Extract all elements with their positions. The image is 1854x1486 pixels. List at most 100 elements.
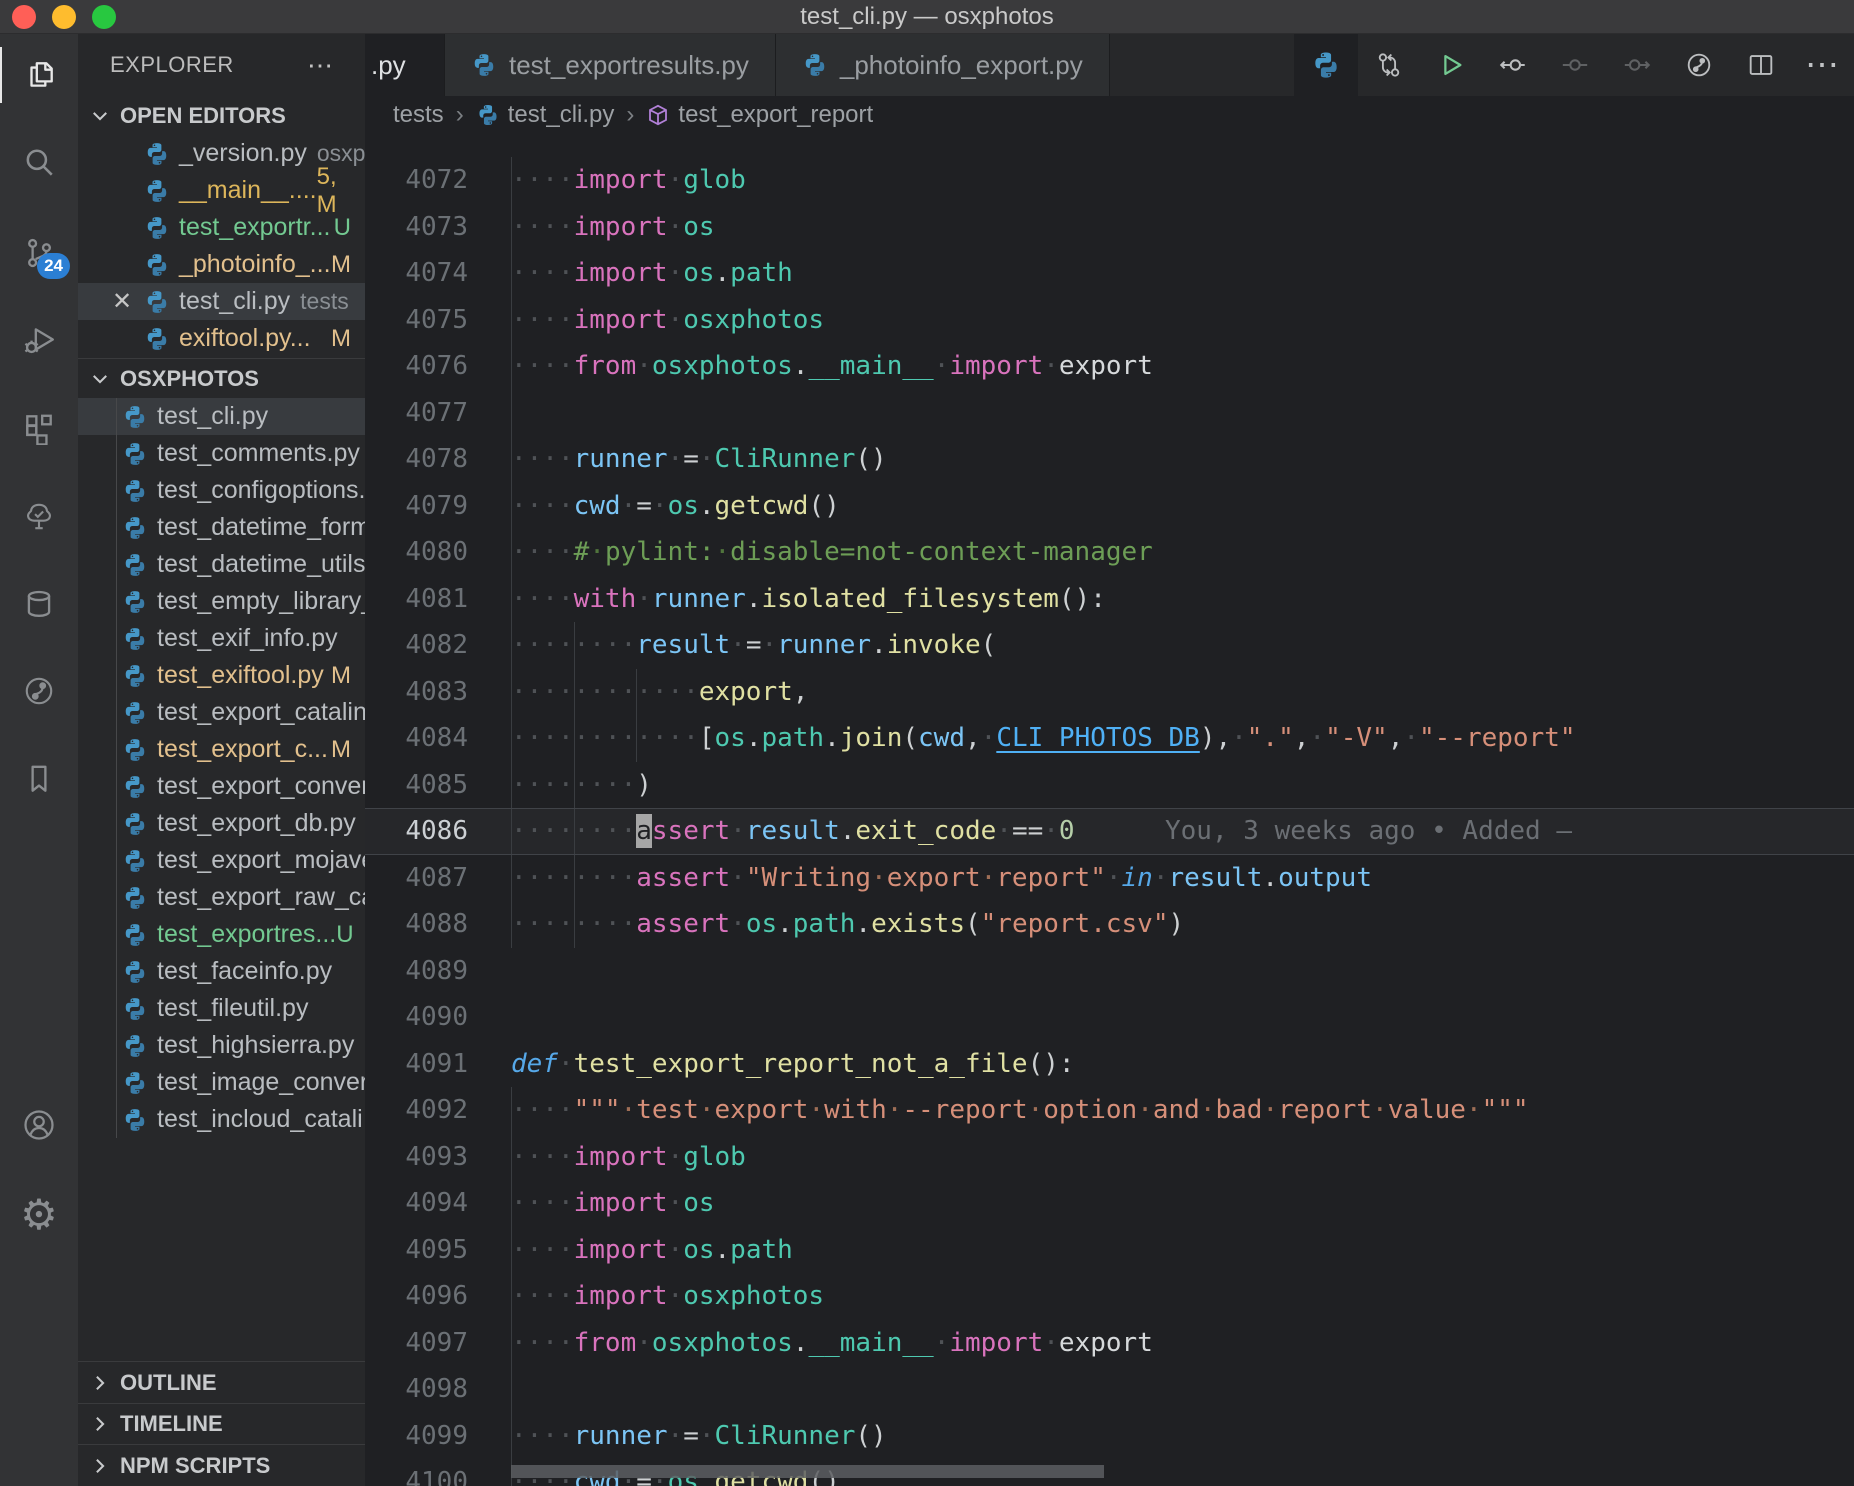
tree-item[interactable]: test_export_db.py <box>78 805 365 842</box>
activity-database-icon[interactable] <box>0 576 78 632</box>
line-number: 4099 <box>365 1421 468 1451</box>
code-text: ····#·pylint:·disable=not-context-manage… <box>511 537 1153 567</box>
tree-item-label: test_faceinfo.py <box>157 957 332 986</box>
activity-extensions-icon[interactable] <box>0 400 78 456</box>
activity-test-tree-icon[interactable] <box>0 488 78 544</box>
python-file-icon <box>122 959 148 985</box>
tree-item[interactable]: test_exif_info.py <box>78 620 365 657</box>
breadcrumb-item[interactable]: test_export_report <box>646 101 873 129</box>
tree-item[interactable]: test_configoptions.... <box>78 472 365 509</box>
close-icon[interactable]: ✕ <box>112 287 132 316</box>
project-section-header[interactable]: OSXPHOTOS <box>78 358 365 398</box>
horizontal-scrollbar[interactable] <box>511 1465 1104 1478</box>
editor-actions: ⋯ <box>1294 34 1854 96</box>
chevron-right-icon <box>90 1373 112 1393</box>
split-editor-icon[interactable] <box>1730 34 1792 96</box>
python-file-icon <box>144 326 170 352</box>
python-file-icon <box>122 811 148 837</box>
tree-item[interactable]: test_export_c...M <box>78 731 365 768</box>
tree-item[interactable]: test_exiftool.pyM <box>78 657 365 694</box>
tab--photoinfo-export-py[interactable]: _photoinfo_export.py <box>776 34 1110 96</box>
open-editor-item[interactable]: ✕test_cli.pytests <box>78 283 365 320</box>
sidebar-title-row: EXPLORER ⋯ <box>78 34 365 96</box>
open-editor-item[interactable]: test_exportr...U <box>78 209 365 246</box>
line-number: 4086 <box>365 816 468 846</box>
code-line-4080: 4080····#·pylint:·disable=not-context-ma… <box>365 529 1854 576</box>
python-logo-icon[interactable] <box>1294 34 1358 96</box>
code-text: ········result·=·runner.invoke( <box>511 630 996 660</box>
more-actions-icon[interactable]: ⋯ <box>1792 34 1854 96</box>
code-text: ····import·glob <box>511 165 746 195</box>
title-bar: test_cli.py — osxphotos <box>0 0 1854 34</box>
sidebar-section-npm-scripts[interactable]: NPM SCRIPTS <box>78 1444 365 1486</box>
tab-test-exportresults-py[interactable]: test_exportresults.py <box>445 34 776 96</box>
activity-account-icon[interactable] <box>0 1097 78 1153</box>
git-status-badge: M <box>331 325 351 353</box>
line-number: 4079 <box>365 491 468 521</box>
tree-item[interactable]: test_export_conver... <box>78 768 365 805</box>
code-text: ····runner·=·CliRunner() <box>511 444 887 474</box>
views-and-more-actions-icon[interactable]: ⋯ <box>307 50 333 81</box>
explorer-title: EXPLORER <box>110 52 234 78</box>
gear-icon: ⚙ <box>20 1194 58 1236</box>
breadcrumb-item[interactable]: test_cli.py <box>476 101 615 129</box>
sidebar-section-outline[interactable]: OUTLINE <box>78 1361 365 1403</box>
tree-item[interactable]: test_comments.py <box>78 435 365 472</box>
code-line-4092: 4092····"""·test·export·with·--report·op… <box>365 1087 1854 1134</box>
tree-item[interactable]: test_fileutil.py <box>78 990 365 1027</box>
tab-label: _photoinfo_export.py <box>840 50 1083 81</box>
activity-source-control-icon[interactable]: 24 <box>0 225 78 281</box>
code-text: ····import·glob <box>511 1142 746 1172</box>
open-editor-item[interactable]: exiftool.py...M <box>78 320 365 357</box>
tree-item[interactable]: test_image_convert... <box>78 1064 365 1101</box>
tree-item[interactable]: test_exportres...U <box>78 916 365 953</box>
code-lines: 4072····import·glob4073····import·os4074… <box>365 157 1854 1486</box>
nav-forward-icon[interactable] <box>1606 34 1668 96</box>
tree-item[interactable]: test_export_mojave... <box>78 842 365 879</box>
tab-label: .py <box>371 50 406 81</box>
open-editor-label: _version.py <box>179 139 307 168</box>
breadcrumb-item[interactable]: tests <box>393 101 444 129</box>
open-editor-label: __main__.... <box>179 176 317 205</box>
activity-settings-icon[interactable]: ⚙ <box>0 1187 78 1243</box>
tree-item[interactable]: test_faceinfo.py <box>78 953 365 990</box>
sidebar-section-timeline[interactable]: TIMELINE <box>78 1403 365 1445</box>
open-editor-label: _photoinfo_... <box>179 250 331 279</box>
line-number: 4074 <box>365 258 468 288</box>
tree-item-label: test_export_catalin... <box>157 698 365 727</box>
tab--py[interactable]: .py <box>365 34 445 96</box>
section-label: NPM SCRIPTS <box>120 1453 270 1479</box>
explorer-sidebar: EXPLORER ⋯ OPEN EDITORS _version.pyosxp.… <box>78 34 365 1486</box>
open-editor-item[interactable]: _photoinfo_...M <box>78 246 365 283</box>
tree-item[interactable]: test_cli.py <box>78 398 365 435</box>
tree-item[interactable]: test_empty_library_... <box>78 583 365 620</box>
tree-item[interactable]: test_incloud_catali... <box>78 1101 365 1138</box>
nav-back-icon[interactable] <box>1482 34 1544 96</box>
compare-changes-icon[interactable] <box>1358 34 1420 96</box>
code-editor[interactable]: 4072····import·glob4073····import·os4074… <box>365 134 1854 1486</box>
circle-outline-icon[interactable] <box>1544 34 1606 96</box>
tree-item[interactable]: test_highsierra.py <box>78 1027 365 1064</box>
activity-bar: 24 ⚙ <box>0 34 78 1486</box>
activity-explorer-icon[interactable] <box>0 47 78 103</box>
run-icon[interactable] <box>1420 34 1482 96</box>
tree-item[interactable]: test_datetime_form... <box>78 509 365 546</box>
tree-item[interactable]: test_export_raw_ca... <box>78 879 365 916</box>
commit-graph-icon[interactable] <box>1668 34 1730 96</box>
activity-search-icon[interactable] <box>0 135 78 191</box>
open-editor-item[interactable]: __main__....5, M <box>78 172 365 209</box>
code-line-4077: 4077 <box>365 390 1854 437</box>
tree-item-label: test_export_raw_ca... <box>157 883 365 912</box>
tree-item-label: test_fileutil.py <box>157 994 308 1023</box>
tree-item[interactable]: test_export_catalin... <box>78 694 365 731</box>
activity-bookmarks-icon[interactable] <box>0 751 78 807</box>
chevron-right-icon <box>90 1456 112 1476</box>
tree-item[interactable]: test_datetime_utils.... <box>78 546 365 583</box>
activity-run-debug-icon[interactable] <box>0 312 78 368</box>
code-line-4090: 4090 <box>365 994 1854 1041</box>
activity-gitlens-icon[interactable] <box>0 663 78 719</box>
git-status-badge: U <box>334 214 351 242</box>
line-number: 4088 <box>365 909 468 939</box>
open-editors-section-header[interactable]: OPEN EDITORS <box>78 98 365 134</box>
git-status-badge: M <box>331 736 351 764</box>
